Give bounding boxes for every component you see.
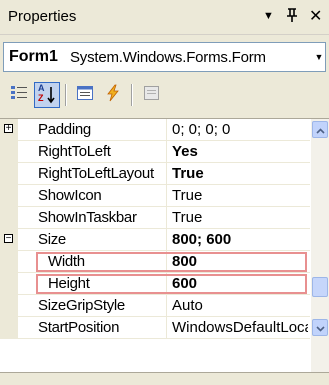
property-row-showicon[interactable]: ShowIcon True — [0, 185, 310, 207]
vertical-scrollbar[interactable] — [311, 119, 329, 372]
property-row-width[interactable]: Width 800 — [0, 251, 310, 273]
row-gutter — [0, 273, 18, 295]
scroll-thumb[interactable] — [312, 277, 328, 297]
property-pages-icon — [142, 84, 160, 106]
toolbar-separator — [131, 84, 133, 106]
toolbar-separator — [65, 84, 67, 106]
column-divider — [166, 317, 167, 339]
window-dropdown-icon[interactable]: ▼ — [263, 10, 274, 22]
sort-a-label: A — [38, 83, 45, 93]
row-gutter — [0, 251, 18, 273]
property-row-righttoleft[interactable]: RightToLeft Yes — [0, 141, 310, 163]
selected-object-name: Form1 — [9, 48, 58, 65]
column-divider — [166, 229, 167, 251]
properties-icon — [76, 84, 94, 106]
sort-z-label: Z — [38, 93, 44, 103]
column-divider — [166, 163, 167, 185]
column-divider — [166, 119, 167, 141]
close-icon[interactable]: ✕ — [309, 6, 322, 26]
property-value[interactable]: 600 — [172, 275, 308, 295]
property-value[interactable]: 0; 0; 0; 0 — [172, 121, 308, 141]
expand-icon[interactable]: + — [4, 124, 13, 134]
property-grid: + Padding 0; 0; 0; 0 RightToLeft Yes Rig… — [0, 118, 329, 373]
row-gutter — [0, 317, 18, 339]
chevron-down-icon[interactable]: ▼ — [313, 43, 325, 71]
property-name: RightToLeftLayout — [38, 165, 154, 182]
property-value[interactable]: True — [172, 187, 308, 207]
description-area — [0, 373, 329, 385]
property-row-showintaskbar[interactable]: ShowInTaskbar True — [0, 207, 310, 229]
object-selector[interactable]: Form1 System.Windows.Forms.Form ▼ — [3, 42, 326, 72]
column-divider — [166, 273, 167, 295]
chevron-down-icon — [315, 319, 325, 336]
property-value[interactable]: Yes — [172, 143, 308, 163]
property-name: ShowInTaskbar — [38, 209, 137, 226]
row-gutter — [0, 207, 18, 229]
row-gutter — [0, 295, 18, 317]
row-gutter — [0, 185, 18, 207]
property-name: Size — [38, 231, 66, 248]
property-name: StartPosition — [38, 319, 120, 336]
property-value[interactable]: True — [172, 209, 308, 229]
property-row-sizegripstyle[interactable]: SizeGripStyle Auto — [0, 295, 310, 317]
alphabetical-button[interactable]: A Z — [34, 82, 60, 108]
property-row-size[interactable]: − Size 800; 600 — [0, 229, 310, 251]
panel-title: Properties — [8, 8, 77, 25]
property-value[interactable]: True — [172, 165, 308, 185]
column-divider — [166, 141, 167, 163]
column-divider — [166, 185, 167, 207]
property-name: ShowIcon — [38, 187, 102, 204]
selected-object-type: System.Windows.Forms.Form — [70, 49, 266, 66]
row-gutter — [0, 163, 18, 185]
events-icon — [104, 84, 122, 106]
scroll-down-button[interactable] — [312, 319, 328, 336]
property-value[interactable]: Auto — [172, 297, 308, 317]
column-divider — [166, 251, 167, 273]
events-button[interactable] — [100, 82, 126, 108]
alphabetical-icon: A Z — [37, 83, 57, 105]
property-pages-button[interactable] — [138, 82, 164, 108]
categorized-icon — [10, 84, 28, 106]
properties-button[interactable] — [72, 82, 98, 108]
property-value[interactable]: WindowsDefaultLocation — [172, 319, 308, 339]
title-bar: Properties ▼ ✕ — [0, 0, 329, 35]
property-name: RightToLeft — [38, 143, 111, 160]
property-value[interactable]: 800 — [172, 253, 308, 273]
scroll-up-button[interactable] — [312, 121, 328, 138]
categorized-button[interactable] — [6, 82, 32, 108]
property-row-height[interactable]: Height 600 — [0, 273, 310, 295]
row-gutter — [0, 141, 18, 163]
collapse-icon[interactable]: − — [4, 234, 13, 244]
property-row-padding[interactable]: + Padding 0; 0; 0; 0 — [0, 119, 310, 141]
properties-panel: Properties ▼ ✕ Form1 System.Windows.Form… — [0, 0, 329, 385]
property-toolbar: A Z — [0, 76, 329, 114]
property-row-righttoleftlayout[interactable]: RightToLeftLayout True — [0, 163, 310, 185]
property-name: Height — [48, 275, 90, 292]
property-value[interactable]: 800; 600 — [172, 231, 308, 251]
column-divider — [166, 295, 167, 317]
property-name: Padding — [38, 121, 91, 138]
property-row-startposition[interactable]: StartPosition WindowsDefaultLocation — [0, 317, 310, 339]
column-divider — [166, 207, 167, 229]
chevron-up-icon — [315, 121, 325, 138]
row-divider — [18, 338, 310, 339]
property-name: Width — [48, 253, 85, 270]
pin-icon[interactable] — [285, 7, 299, 27]
property-name: SizeGripStyle — [38, 297, 125, 314]
